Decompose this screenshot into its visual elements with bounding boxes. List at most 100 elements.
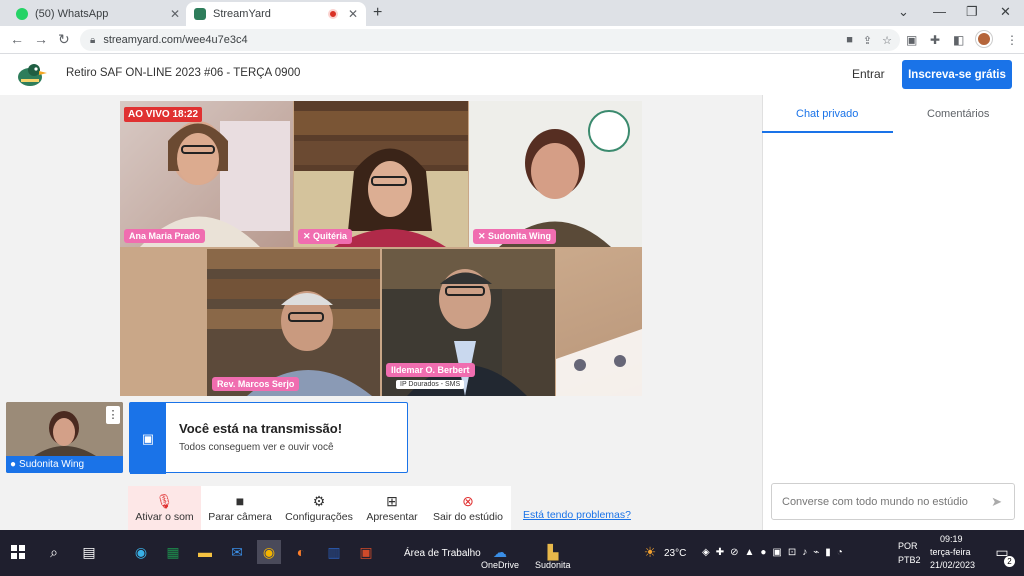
edge-icon[interactable]: ◉: [129, 540, 153, 564]
leave-studio-button[interactable]: ⊗ Sair do estúdio: [425, 486, 511, 530]
participant-video: [294, 111, 468, 247]
self-name-bar: ● Sudonita Wing: [6, 456, 123, 473]
video-canvas: Ana Maria Prado ✕ Quitéria ✕ Sudonita Wi…: [120, 101, 642, 396]
close-icon[interactable]: ✕: [170, 7, 180, 21]
url-field[interactable]: 🔒︎ streamyard.com/wee4u7e3c4 ■ ⇪ ☆: [80, 29, 900, 51]
new-tab-button[interactable]: +: [373, 4, 382, 22]
url-text: streamyard.com/wee4u7e3c4: [103, 34, 248, 46]
participant-name: Sudonita Wing: [488, 231, 551, 241]
broadcast-title: Retiro SAF ON-LINE 2023 #06 - TERÇA 0900: [66, 67, 301, 79]
participant-name-tag: Rev. Marcos Serjo: [212, 377, 300, 391]
clock-date[interactable]: 21/02/2023: [930, 560, 975, 570]
sidepanel-icon[interactable]: ◧: [953, 33, 964, 47]
present-icon: ⊞: [386, 493, 398, 509]
word-icon[interactable]: ▥: [322, 540, 346, 564]
temperature[interactable]: 23°C: [664, 548, 686, 559]
active-tab-indicator: [762, 131, 893, 133]
firefox-icon[interactable]: ◐: [289, 540, 313, 564]
sudonita-label[interactable]: Sudonita: [535, 560, 571, 570]
tab-label: (50) WhatsApp: [35, 8, 109, 20]
tab-whatsapp[interactable]: (50) WhatsApp ✕: [8, 2, 188, 26]
participant-tile: [207, 249, 380, 396]
close-icon[interactable]: ✕: [348, 7, 358, 21]
participant-name: Quitéria: [313, 231, 348, 241]
streamyard-logo-icon: [18, 64, 47, 86]
self-menu-button[interactable]: ⋮: [106, 406, 120, 424]
mail-icon[interactable]: ✉: [225, 540, 249, 564]
restore-icon[interactable]: ❐: [966, 4, 978, 20]
clock-day[interactable]: terça-feira: [930, 547, 971, 557]
task-view-icon[interactable]: ▤: [77, 540, 101, 564]
menu-icon[interactable]: ⋮: [1006, 33, 1018, 47]
unmute-button[interactable]: 🎙︎ Ativar o som: [128, 486, 201, 530]
self-name: Sudonita Wing: [19, 459, 85, 470]
puzzle-icon[interactable]: ✚: [930, 33, 940, 47]
control-label: Apresentar: [366, 511, 418, 523]
tab-streamyard[interactable]: StreamYard ✕: [186, 2, 366, 26]
chrome-icon[interactable]: ◉: [257, 540, 281, 564]
share-icon[interactable]: ⇪: [863, 34, 872, 47]
tab-private-chat[interactable]: Chat privado: [796, 108, 858, 120]
participant-tile: [294, 101, 468, 247]
participant-subtitle: IP Dourados - SMS: [396, 380, 465, 389]
tray-icons[interactable]: ◈✚⊘▲●▣⊡♪⌁▮◔: [702, 547, 849, 558]
present-button[interactable]: ⊞ Apresentar: [359, 486, 425, 530]
login-link[interactable]: Entrar: [852, 67, 885, 81]
control-label: Ativar o som: [135, 511, 194, 523]
mic-off-icon: ✕: [303, 231, 314, 241]
camera-permission-icon[interactable]: ■: [846, 34, 853, 46]
background-art: [556, 249, 642, 396]
search-icon[interactable]: ⌕: [42, 540, 66, 564]
participant-name-tag: ✕ Quitéria: [298, 229, 353, 244]
bookmark-star-icon[interactable]: ☆: [882, 34, 892, 47]
camera-icon: ■: [235, 493, 245, 509]
weather-icon[interactable]: ☀: [638, 540, 662, 564]
control-label: Configurações: [285, 511, 353, 523]
close-window-icon[interactable]: ✕: [1000, 4, 1011, 20]
extension-icon[interactable]: ▣: [906, 33, 917, 47]
browser-tab-bar: (50) WhatsApp ✕ StreamYard ✕ + ⌄ — ❐ ✕: [0, 0, 1024, 26]
back-icon[interactable]: ←: [10, 31, 24, 47]
participant-tile: [120, 101, 293, 247]
notice-title: Você está na transmissão!: [179, 421, 343, 436]
language-indicator[interactable]: POR: [898, 541, 918, 551]
address-bar: ← → ↻ 🔒︎ streamyard.com/wee4u7e3c4 ■ ⇪ ☆…: [0, 26, 1024, 54]
minimize-icon[interactable]: —: [933, 4, 946, 19]
stop-camera-button[interactable]: ■ Parar câmera: [201, 486, 279, 530]
tab-comments[interactable]: Comentários: [927, 108, 989, 120]
tab-label: StreamYard: [213, 8, 271, 20]
studio-controls: 🎙︎ Ativar o som ■ Parar câmera ⚙ Configu…: [128, 486, 511, 530]
signup-button[interactable]: Inscreva-se grátis: [902, 60, 1012, 89]
lock-icon: 🔒︎: [90, 34, 96, 46]
file-explorer-icon[interactable]: ▬: [193, 540, 217, 564]
reload-icon[interactable]: ↻: [58, 31, 70, 48]
onedrive-label[interactable]: OneDrive: [481, 560, 519, 570]
profile-avatar[interactable]: [976, 31, 992, 47]
windows-start-icon[interactable]: [6, 540, 30, 564]
clock-time[interactable]: 09:19: [940, 534, 963, 544]
broadcast-icon: ▣: [130, 403, 166, 474]
control-label: Sair do estúdio: [432, 511, 504, 523]
send-icon[interactable]: ➤: [991, 494, 1002, 510]
mic-off-icon: 🎙︎: [155, 493, 174, 509]
on-air-notice: ▣ Você está na transmissão! Todos conseg…: [129, 402, 408, 474]
powerpoint-icon[interactable]: ▣: [354, 540, 378, 564]
desktop-toolbar-label[interactable]: Área de Trabalho: [404, 548, 481, 559]
excel-icon[interactable]: ▦: [161, 540, 185, 564]
live-badge: AO VIVO 18:22: [124, 107, 203, 122]
person-icon: ●: [10, 459, 17, 470]
tab-search-icon[interactable]: ⌄: [898, 4, 909, 20]
settings-button[interactable]: ⚙ Configurações: [279, 486, 359, 530]
control-label: Parar câmera: [208, 511, 272, 523]
self-preview-tile[interactable]: ⋮ ● Sudonita Wing: [6, 402, 123, 473]
streamyard-icon: [194, 8, 206, 20]
chat-placeholder: Converse com todo mundo no estúdio: [782, 495, 968, 508]
chat-sidebar: [762, 95, 1024, 530]
mic-off-icon: ✕: [478, 231, 489, 241]
problems-link[interactable]: Está tendo problemas?: [523, 509, 631, 521]
participant-video: [207, 249, 380, 396]
forward-icon[interactable]: →: [34, 31, 48, 47]
chat-input[interactable]: Converse com todo mundo no estúdio ➤: [771, 483, 1015, 520]
keyboard-layout[interactable]: PTB2: [898, 555, 921, 565]
notification-count: 2: [1004, 556, 1015, 567]
